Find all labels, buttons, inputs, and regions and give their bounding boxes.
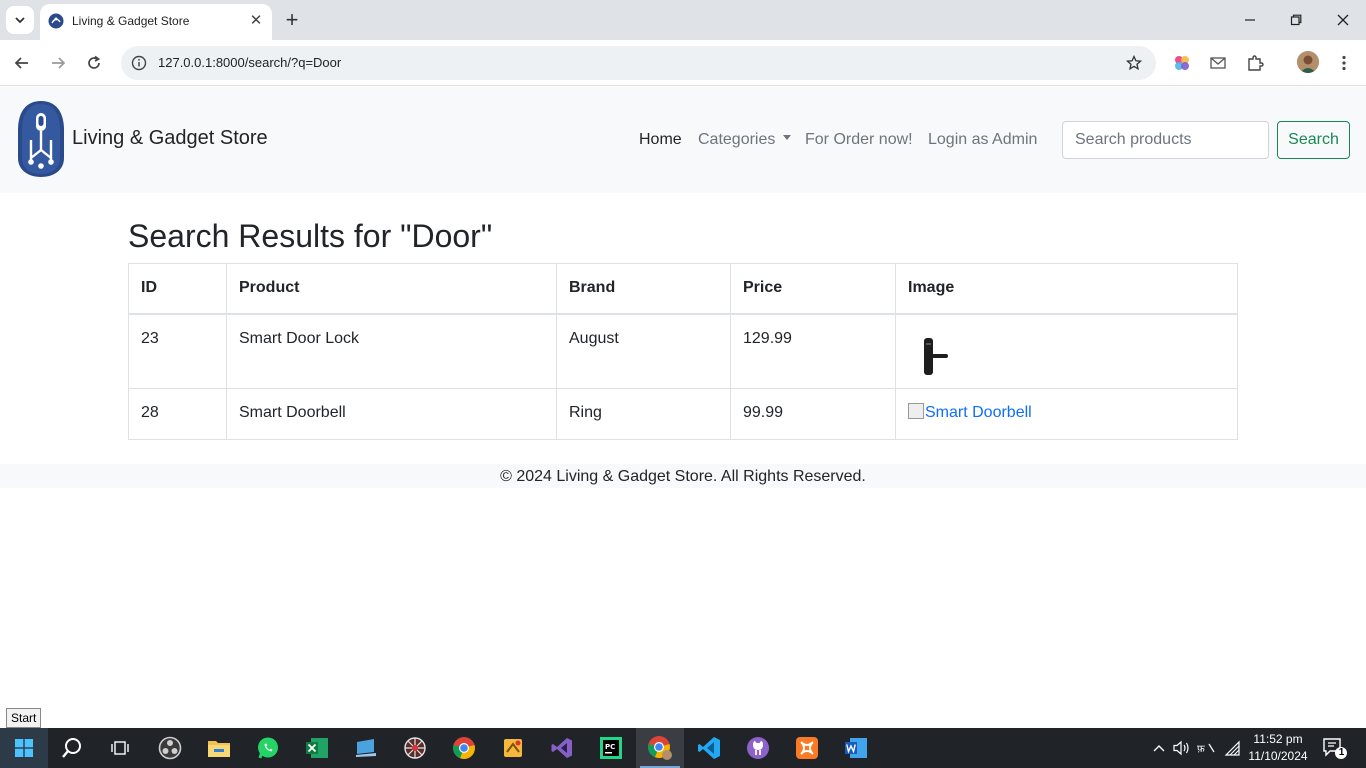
restore-icon[interactable] — [1286, 10, 1306, 30]
browser-tab-strip: Living & Gadget Store ✕ + — [0, 0, 1366, 40]
site-navbar: Living & Gadget Store Home Categories Fo… — [0, 87, 1366, 193]
header-brand: Brand — [556, 263, 731, 315]
nav-link-login-admin[interactable]: Login as Admin — [928, 131, 1037, 149]
task-view-icon[interactable] — [96, 728, 144, 768]
back-arrow-icon[interactable] — [11, 52, 33, 74]
browser-menu-icon[interactable] — [1333, 52, 1355, 74]
table-row: 28 Smart Doorbell Ring 99.99 Smart Doorb… — [128, 388, 1238, 440]
broken-image-link[interactable]: Smart Doorbell — [908, 403, 1032, 422]
windows-taskbar: PC फ़ 11:52 pm 11/10/2024 1 — [0, 728, 1366, 768]
header-price: Price — [730, 263, 896, 315]
cell-product: Smart Door Lock — [226, 313, 557, 389]
profile-avatar[interactable] — [1297, 51, 1319, 73]
browser-tab[interactable]: Living & Gadget Store ✕ — [40, 4, 272, 40]
colorful-extension-icon[interactable] — [1171, 52, 1193, 74]
table-row: 23 Smart Door Lock August 129.99 — [128, 313, 1238, 389]
tray-chevron-up-icon[interactable] — [1149, 738, 1169, 758]
windows-start-icon[interactable] — [0, 728, 48, 768]
site-footer: © 2024 Living & Gadget Store. All Rights… — [0, 464, 1366, 488]
language-ime-icon[interactable]: फ़ — [1196, 738, 1216, 758]
cell-id: 28 — [128, 388, 227, 440]
image-alt-text: Smart Doorbell — [925, 404, 1032, 421]
cell-brand: August — [556, 313, 731, 389]
notification-count: 1 — [1338, 747, 1345, 758]
table-header-row: ID Product Brand Price Image — [128, 263, 1238, 315]
start-tooltip: Start — [6, 708, 42, 728]
broken-image-icon — [908, 403, 924, 419]
nav-link-order[interactable]: For Order now! — [805, 131, 913, 149]
reload-icon[interactable] — [83, 52, 105, 74]
remote-desktop-icon[interactable] — [342, 728, 390, 768]
bookmark-star-icon[interactable] — [1124, 53, 1144, 73]
cell-product: Smart Doorbell — [226, 388, 557, 440]
footer-text: © 2024 Living & Gadget Store. All Rights… — [500, 468, 866, 485]
forward-arrow-icon[interactable] — [47, 52, 69, 74]
search-input[interactable] — [1062, 121, 1269, 159]
visual-studio-icon[interactable] — [538, 728, 586, 768]
nav-link-home[interactable]: Home — [639, 131, 682, 149]
tab-close-icon[interactable]: ✕ — [248, 13, 264, 29]
minimize-icon[interactable] — [1240, 10, 1260, 30]
svg-text:PC: PC — [605, 743, 615, 751]
cell-id: 23 — [128, 313, 227, 389]
brand-logo-icon[interactable] — [16, 100, 66, 178]
header-id: ID — [128, 263, 227, 315]
address-bar[interactable]: 127.0.0.1:8000/search/?q=Door — [121, 46, 1156, 80]
obs-studio-icon[interactable] — [146, 728, 194, 768]
file-explorer-icon[interactable] — [195, 728, 243, 768]
browser-toolbar: 127.0.0.1:8000/search/?q=Door — [0, 40, 1366, 86]
excel-icon[interactable] — [293, 728, 341, 768]
system-clock[interactable]: 11:52 pm 11/10/2024 — [1244, 731, 1312, 765]
pycharm-icon[interactable]: PC — [587, 728, 635, 768]
whatsapp-icon[interactable] — [244, 728, 292, 768]
search-button[interactable]: Search — [1277, 121, 1350, 159]
notification-center-icon[interactable]: 1 — [1322, 736, 1348, 760]
results-table: ID Product Brand Price Image 23 Smart Do… — [128, 263, 1238, 440]
cell-image: Smart Doorbell — [895, 388, 1238, 440]
clock-time: 11:52 pm — [1253, 732, 1303, 746]
dropdown-caret-icon — [783, 135, 792, 141]
header-product: Product — [226, 263, 557, 315]
cell-price: 129.99 — [730, 313, 896, 389]
nav-link-categories[interactable]: Categories — [698, 131, 792, 149]
mail-extension-icon[interactable] — [1207, 52, 1229, 74]
wifi-icon[interactable] — [1222, 738, 1242, 758]
page-title: Search Results for "Door" — [128, 218, 493, 254]
cell-brand: Ring — [556, 388, 731, 440]
github-desktop-icon[interactable] — [734, 728, 782, 768]
chrome-icon[interactable] — [440, 728, 488, 768]
chevron-down-icon — [15, 17, 25, 24]
brand-name[interactable]: Living & Gadget Store — [72, 127, 268, 150]
extensions-puzzle-icon[interactable] — [1244, 52, 1266, 74]
header-image: Image — [895, 263, 1238, 315]
tab-search-button[interactable] — [6, 6, 34, 34]
chrome-profile-icon[interactable] — [636, 728, 684, 768]
xampp-icon[interactable] — [783, 728, 831, 768]
categories-label: Categories — [698, 131, 776, 148]
cell-image — [895, 313, 1238, 389]
network-app-icon[interactable] — [391, 728, 439, 768]
sticky-app-icon[interactable] — [489, 728, 537, 768]
tab-title: Living & Gadget Store — [72, 14, 190, 28]
door-lock-image — [924, 337, 948, 375]
site-favicon-icon — [48, 13, 64, 29]
site-info-icon[interactable] — [129, 53, 149, 73]
vscode-icon[interactable] — [685, 728, 733, 768]
new-tab-icon[interactable]: + — [282, 9, 302, 31]
cell-price: 99.99 — [730, 388, 896, 440]
close-window-icon[interactable] — [1333, 10, 1353, 30]
svg-text:फ़: फ़ — [1197, 744, 1205, 755]
clock-date: 11/10/2024 — [1248, 749, 1308, 763]
url-text: 127.0.0.1:8000/search/?q=Door — [158, 55, 342, 70]
volume-icon[interactable] — [1172, 738, 1192, 758]
taskbar-search-icon[interactable] — [48, 728, 96, 768]
word-icon[interactable] — [832, 728, 880, 768]
